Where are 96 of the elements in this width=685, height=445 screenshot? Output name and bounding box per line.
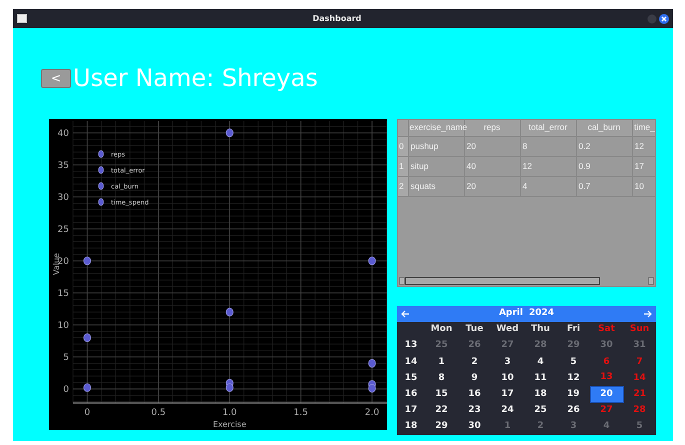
y-tick-label: 35 [58,160,69,171]
calendar-day[interactable]: 4 [590,418,623,435]
calendar-day[interactable]: 8 [425,370,458,387]
week-number: 13 [404,339,418,352]
y-tick-label: 30 [58,192,69,203]
calendar-day[interactable]: 25 [425,338,458,354]
calendar-day[interactable]: 28 [623,402,656,419]
calendar-day[interactable]: 25 [524,402,557,419]
calendar-day[interactable]: 1 [425,354,458,370]
calendar-day[interactable]: 7 [623,354,656,370]
weekday-label: Tue [464,323,484,336]
column-header[interactable]: time_ [632,120,655,136]
calendar-day[interactable]: 18 [524,386,557,403]
y-tick-label: 10 [58,320,69,331]
calendar-day[interactable]: 9 [458,370,491,387]
week-number: 15 [404,372,418,385]
table-cell: pushup [408,136,464,156]
calendar-day[interactable]: 11 [524,370,557,387]
week-number: 14 [404,356,418,369]
table-cell: 20 [464,176,520,196]
year-selector[interactable]: 2024 [528,307,554,321]
table-cell: situp [408,156,464,176]
calendar-day[interactable]: 4 [524,354,557,370]
week-number: 17 [404,404,418,418]
x-tick-label: 0.5 [151,408,166,418]
table-cell: 40 [464,156,520,176]
week-number: 18 [404,420,418,434]
weekday-label: Sun [628,323,650,336]
x-tick-label: 0 [84,408,90,418]
row-header[interactable]: 0 [398,136,408,156]
table-cell: 4 [520,176,576,196]
calendar-day[interactable]: 30 [458,418,491,435]
column-header[interactable]: cal_burn [576,120,632,136]
y-tick-label: 5 [63,352,69,363]
weekday-label: Sat [597,323,616,336]
calendar-day[interactable]: 20 [590,386,623,403]
calendar-day[interactable]: 23 [458,402,491,419]
calendar-day[interactable]: 27 [491,338,524,354]
week-number: 16 [404,388,418,401]
x-tick-label: 2.0 [364,408,380,418]
calendar-day[interactable]: 26 [458,338,491,354]
calendar-day[interactable]: 13 [590,370,623,387]
table-cell: 12 [632,136,655,156]
calendar-day[interactable]: 3 [557,418,590,435]
table-cell: 0.7 [576,176,632,196]
y-tick-label: 40 [58,128,69,139]
calendar-day[interactable]: 22 [425,402,458,419]
calendar-day[interactable]: 21 [623,386,656,403]
calendar-day[interactable]: 29 [557,338,590,354]
calendar-day[interactable]: 14 [623,370,656,387]
calendar-day[interactable]: 30 [590,338,623,354]
calendar-day[interactable]: 5 [557,354,590,370]
calendar-day[interactable]: 15 [425,386,458,403]
calendar-day[interactable]: 1 [491,418,524,435]
calendar-day[interactable]: 17 [491,386,524,403]
column-header[interactable]: total_error [520,120,576,136]
weekday-label: Wed [495,323,520,336]
calendar-day[interactable]: 28 [524,338,557,354]
table-cell: 0.2 [576,136,632,156]
x-tick-label: 1.5 [294,408,308,418]
row-header[interactable]: 2 [398,176,408,196]
x-tick-label: 1.0 [222,408,237,418]
back-button[interactable]: < [41,68,71,88]
table-cell: 17 [632,156,655,176]
calendar-day[interactable]: 2 [524,418,557,435]
calendar-day[interactable]: 19 [557,386,590,403]
window-title: Dashboard [312,12,362,24]
table-cell: squats [408,176,464,196]
weekday-label: Fri [566,323,582,336]
calendar-day[interactable]: 24 [491,402,524,419]
weekday-label: Thu [530,323,551,336]
calendar-day[interactable]: 5 [623,418,656,435]
y-tick-label: 25 [58,224,69,235]
calendar-day[interactable]: 26 [557,402,590,419]
calendar-day[interactable]: 27 [590,402,623,419]
table-cell: 12 [520,156,576,176]
month-selector[interactable]: April [498,307,523,321]
x-axis-title: Exercise [213,420,246,429]
y-tick-label: 15 [58,288,69,299]
table-cell: 10 [632,176,655,196]
calendar-day[interactable]: 31 [623,338,656,354]
weekday-label: Mon [430,323,454,336]
calendar-day[interactable]: 3 [491,354,524,370]
row-header[interactable]: 1 [398,156,408,176]
table-cell: 0.9 [576,156,632,176]
calendar-day[interactable]: 6 [590,354,623,370]
calendar-day[interactable]: 2 [458,354,491,370]
calendar-day[interactable]: 16 [458,386,491,403]
table-cell: 8 [520,136,576,156]
calendar-day[interactable]: 10 [491,370,524,387]
table-cell: 20 [464,136,520,156]
calendar-day[interactable]: 12 [557,370,590,387]
y-tick-label: 0 [63,384,69,395]
user-name-heading: User Name: Shreyas [73,66,318,90]
y-tick-label: 20 [58,256,69,267]
calendar-day[interactable]: 29 [425,418,458,435]
